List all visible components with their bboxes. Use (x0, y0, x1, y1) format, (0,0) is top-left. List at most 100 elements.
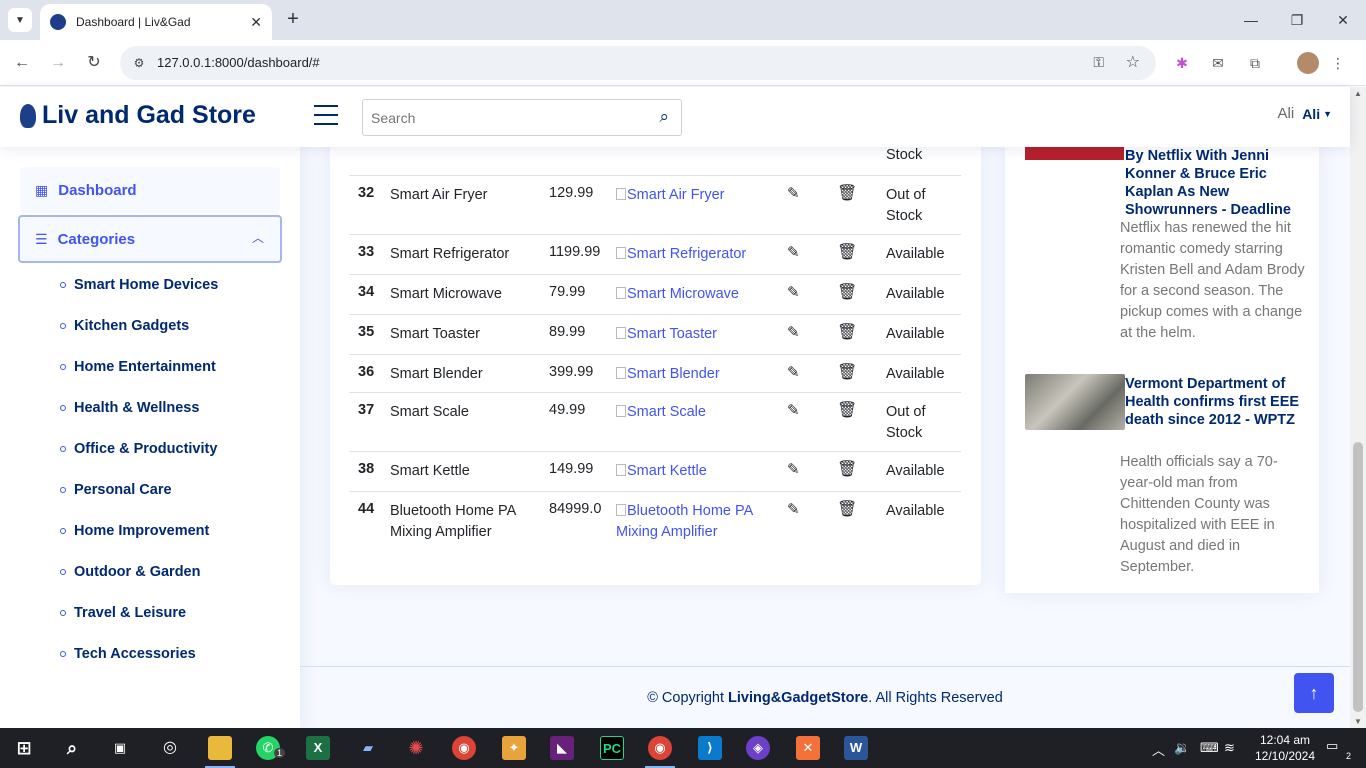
scroll-up-icon[interactable]: ▲ (1354, 89, 1362, 98)
circle-icon (60, 651, 66, 657)
clock[interactable]: 12:04 am 12/10/2024 (1250, 732, 1320, 764)
tab-title: Dashboard | Liv&Gad (76, 15, 191, 29)
new-tab-plus-icon[interactable]: + (282, 8, 304, 32)
file-explorer-icon[interactable] (208, 736, 232, 760)
app-icon[interactable]: ▰ (356, 736, 380, 760)
sidebar-subitem[interactable]: Office & Productivity (60, 441, 217, 457)
news-image[interactable] (1025, 374, 1125, 430)
edit-icon[interactable]: ✎ (787, 460, 800, 478)
scroll-down-icon[interactable]: ▼ (1354, 717, 1362, 726)
search-icon[interactable]: ⌕ (60, 736, 84, 760)
scroll-thumb[interactable] (1353, 442, 1363, 712)
trash-icon[interactable]: 🗑 (837, 362, 857, 382)
obs-icon[interactable]: ◎ (158, 736, 182, 760)
trash-icon[interactable]: 🗑 (837, 459, 857, 479)
chevron-up-icon[interactable]: ︿ (1152, 740, 1165, 759)
trash-icon[interactable]: 🗑 (837, 499, 857, 519)
bookmark-star-icon[interactable]: ☆ (1126, 52, 1140, 72)
logo-text: Liv and Gad Store (42, 101, 256, 129)
xampp-icon[interactable]: ✕ (796, 736, 820, 760)
wifi-icon[interactable]: ≋ (1224, 740, 1235, 756)
clock-time: 12:04 am (1259, 733, 1311, 747)
settings-gear-app-icon[interactable]: ✺ (404, 736, 428, 760)
edit-icon[interactable]: ✎ (787, 184, 800, 202)
back-to-top-button[interactable]: ↑ (1294, 673, 1334, 713)
browser-tab[interactable]: Dashboard | Liv&Gad ✕ (40, 4, 272, 40)
sidebar-subitem[interactable]: Tech Accessories (60, 646, 196, 662)
sidebar: ▦ Dashboard ☰ Categories ︿ Smart Home De… (0, 147, 300, 728)
footer-brand: Living&GadgetStore (728, 690, 869, 706)
tab-close-icon[interactable]: ✕ (250, 14, 262, 31)
page-scrollbar[interactable]: ▲ ▼ (1350, 87, 1366, 728)
edit-icon[interactable]: ✎ (787, 500, 800, 518)
hamburger-menu-icon[interactable] (314, 105, 338, 127)
chevron-up-icon: ︿ (251, 231, 264, 245)
task-view-icon[interactable]: ▣ (108, 736, 132, 760)
news-description: Netflix has renewed the hit romantic com… (1120, 220, 1305, 341)
profile-dropdown[interactable]: Ali Ali ▼ (1278, 105, 1332, 122)
sidebar-item-dashboard[interactable]: ▦ Dashboard (20, 167, 280, 213)
browser-menu-icon[interactable]: ⋮ (1328, 53, 1348, 73)
word-icon[interactable]: W (844, 736, 868, 760)
trash-icon[interactable]: 🗑 (837, 242, 857, 262)
sidebar-subitem[interactable]: Personal Care (60, 482, 172, 498)
table-row: 37 Smart Scale 49.99 Smart Scale ✎ 🗑 Out… (349, 392, 961, 451)
mail-icon[interactable]: ✉ (1208, 53, 1228, 73)
sidebar-subitem[interactable]: Health & Wellness (60, 400, 199, 416)
url-text[interactable]: 127.0.0.1:8000/dashboard/# (157, 55, 320, 70)
minimize-icon[interactable]: — (1236, 8, 1266, 32)
news-title[interactable]: By Netflix With Jenni Konner & Bruce Eri… (1125, 147, 1310, 219)
windows-start-icon[interactable]: ⊞ (12, 736, 36, 760)
close-window-icon[interactable]: ✕ (1328, 8, 1358, 32)
news-title[interactable]: Vermont Department of Health confirms fi… (1125, 375, 1300, 429)
password-key-icon[interactable]: ⚿ (1093, 54, 1104, 71)
sidebar-subitem[interactable]: Smart Home Devices (60, 277, 218, 293)
search-icon[interactable]: ⌕ (659, 107, 669, 127)
site-info-icon[interactable]: ⚙ (130, 54, 148, 72)
keyboard-icon[interactable]: ⌨ (1200, 740, 1219, 756)
notification-icon[interactable]: ▭ 2 (1326, 738, 1351, 761)
vscode-icon[interactable]: ⟩ (698, 736, 722, 760)
product-image: Bluetooth Home PA Mixing Amplifier (616, 503, 753, 540)
app-icon[interactable]: ✦ (502, 736, 526, 760)
visual-studio-icon[interactable]: ◣ (550, 736, 574, 760)
chrome-active-icon[interactable]: ◉ (648, 736, 672, 760)
back-arrow-icon[interactable]: ← (10, 51, 34, 75)
avatar: Ali (1277, 105, 1295, 122)
excel-icon[interactable]: X (306, 736, 330, 760)
github-icon[interactable]: ◈ (746, 736, 770, 760)
product-image: Smart Kettle (616, 461, 776, 482)
sidebar-subitem[interactable]: Home Entertainment (60, 359, 216, 375)
trash-icon[interactable]: 🗑 (837, 183, 857, 203)
sidebar-subitem[interactable]: Outdoor & Garden (60, 564, 200, 580)
edit-icon[interactable]: ✎ (787, 283, 800, 301)
restore-icon[interactable]: ❐ (1282, 8, 1312, 32)
edit-icon[interactable]: ✎ (787, 363, 800, 381)
reload-icon[interactable]: ↻ (82, 51, 106, 75)
news-description: Health officials say a 70-year-old man f… (1120, 454, 1278, 575)
extension-color-icon[interactable]: ✱ (1172, 53, 1192, 73)
logo[interactable]: Liv and Gad Store (20, 101, 256, 130)
chrome-icon[interactable]: ◉ (452, 736, 476, 760)
trash-icon[interactable]: 🗑 (837, 322, 857, 342)
trash-icon[interactable]: 🗑 (837, 400, 857, 420)
news-image[interactable] (1025, 147, 1124, 160)
sidebar-subitem[interactable]: Travel & Leisure (60, 605, 186, 621)
forward-arrow-icon[interactable]: → (46, 51, 70, 75)
tab-search-chevron-icon[interactable]: ▼ (8, 8, 32, 32)
edit-icon[interactable]: ✎ (787, 243, 800, 261)
browser-profile-avatar[interactable] (1297, 52, 1319, 74)
volume-icon[interactable]: 🔉 (1174, 740, 1190, 756)
circle-icon (60, 364, 66, 370)
sidebar-item-categories[interactable]: ☰ Categories ︿ (18, 215, 282, 263)
edit-icon[interactable]: ✎ (787, 401, 800, 419)
footer: © Copyright Living&GadgetStore. All Righ… (300, 666, 1350, 728)
extensions-puzzle-icon[interactable]: ⧉ (1245, 53, 1265, 73)
edit-icon[interactable]: ✎ (787, 323, 800, 341)
sidebar-subitem[interactable]: Kitchen Gadgets (60, 318, 189, 334)
sidebar-subitem[interactable]: Home Improvement (60, 523, 209, 539)
search-input[interactable] (363, 100, 633, 135)
address-bar[interactable]: ⚙ 127.0.0.1:8000/dashboard/# ⚿ ☆ (120, 46, 1156, 80)
pycharm-icon[interactable]: PC (600, 736, 624, 760)
trash-icon[interactable]: 🗑 (837, 282, 857, 302)
